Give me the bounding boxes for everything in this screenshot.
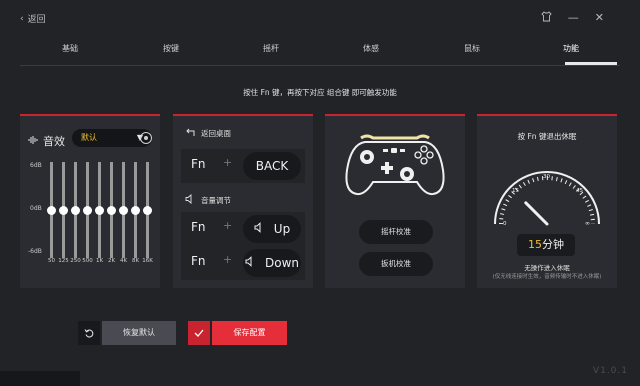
dial-needle: [524, 201, 549, 226]
eq-slider[interactable]: [71, 162, 80, 258]
eq-frequency-label: 50: [48, 258, 55, 264]
db-label-top: 6dB: [30, 162, 42, 169]
dial-label-15: 15: [512, 188, 519, 194]
minimize-icon[interactable]: —: [568, 11, 579, 25]
eq-slider-knob[interactable]: [119, 205, 128, 215]
equalizer-label: 音效: [43, 135, 65, 148]
volume-up-label: Up: [273, 222, 291, 236]
eq-frequency-label: 125: [58, 258, 69, 264]
desktop-label: 返回桌面: [201, 129, 231, 138]
dial-label-infinity: ∞: [585, 220, 590, 227]
plus-sign: +: [223, 219, 233, 232]
reset-icon[interactable]: [78, 321, 100, 345]
calibration-panel: 摇杆校准 扳机校准: [325, 114, 465, 288]
plus-sign: +: [223, 156, 233, 169]
sleep-minutes-value: 15: [528, 238, 542, 251]
eq-slider-knob[interactable]: [107, 205, 116, 215]
back-key: BACK: [243, 152, 301, 180]
speaker-icon: [185, 194, 195, 206]
sleep-label: 无操作进入休眠: [524, 264, 570, 272]
eq-slider-knob[interactable]: [47, 205, 56, 215]
skin-icon[interactable]: [541, 11, 552, 25]
gamepad-icon: [345, 134, 445, 196]
sleep-minutes-unit: 分钟: [542, 238, 564, 251]
tab-buttons[interactable]: 按键: [163, 43, 179, 54]
tab-function[interactable]: 功能: [563, 43, 579, 54]
volume-down-label: Down: [264, 256, 299, 270]
eq-slider[interactable]: [107, 162, 116, 258]
return-arrow-icon: [185, 128, 195, 139]
sleep-dial[interactable]: 0 15 30 45 ∞: [487, 150, 607, 230]
eq-frequency-label: 250: [70, 258, 81, 264]
eq-slider[interactable]: [119, 162, 128, 258]
eq-slider-knob[interactable]: [143, 205, 152, 215]
tab-basic[interactable]: 基础: [62, 43, 78, 54]
equalizer-title: 音效: [28, 133, 65, 149]
volume-down-key: Down: [243, 249, 301, 277]
dial-label-zero: 0: [503, 221, 507, 227]
tab-joystick[interactable]: 摇杆: [263, 43, 279, 54]
eq-slider[interactable]: [59, 162, 68, 258]
speaker-icon: [245, 249, 255, 277]
volume-label: 音量调节: [201, 195, 231, 205]
dial-label-30: 30: [543, 174, 550, 180]
db-label-bottom: -6dB: [28, 248, 42, 255]
eq-slider[interactable]: [131, 162, 140, 258]
shortcut-row-volume-down[interactable]: Fn + Down: [181, 246, 305, 280]
back-label: 返回: [27, 15, 46, 25]
preset-value: 默认: [81, 133, 97, 142]
eq-slider-knob[interactable]: [71, 205, 80, 215]
window-controls: — ✕: [541, 11, 604, 25]
eq-frequency-label: 500: [82, 258, 93, 264]
equalizer-panel: 音效 默认 ▼ 6dB 0dB -6dB 50 125 250 500 1K 2K 4K 8K…: [20, 114, 160, 288]
speaker-icon: [254, 215, 264, 243]
save-button[interactable]: 保存配置: [212, 321, 287, 345]
eq-slider[interactable]: [83, 162, 92, 258]
version-label: V1.0.1: [592, 366, 628, 376]
close-icon[interactable]: ✕: [595, 11, 604, 25]
shortcut-row-volume-up[interactable]: Fn + Up: [181, 212, 305, 246]
shortcut-panel: 返回桌面 Fn + BACK 音量调节 Fn + Up Fn + Down: [173, 114, 313, 288]
desktop-section-title: 返回桌面: [185, 128, 231, 139]
volume-up-key: Up: [243, 215, 301, 243]
db-label-mid: 0dB: [30, 205, 42, 212]
eq-slider-knob[interactable]: [131, 205, 140, 215]
fn-key: Fn: [191, 254, 206, 268]
sleep-panel: 按 Fn 键退出休眠 0 15 30 45 ∞ 15分钟 无操作进入休眠 (仅无…: [477, 114, 617, 288]
footer-bar: [0, 371, 80, 386]
tab-mouse[interactable]: 鼠标: [464, 43, 480, 54]
dial-label-45: 45: [576, 188, 583, 194]
trigger-calibration-button[interactable]: 扳机校准: [359, 252, 433, 276]
stick-calibration-button[interactable]: 摇杆校准: [359, 220, 433, 244]
eq-frequency-label: 2K: [107, 258, 116, 264]
eq-slider[interactable]: [47, 162, 56, 258]
check-icon[interactable]: [188, 321, 210, 345]
volume-section-title: 音量调节: [185, 194, 231, 206]
fn-key: Fn: [191, 157, 206, 171]
settings-icon[interactable]: [140, 132, 152, 144]
eq-slider[interactable]: [143, 162, 152, 258]
sleep-time-display: 15分钟: [517, 234, 575, 256]
chevron-left-icon: ‹: [20, 13, 24, 24]
tab-motion[interactable]: 体感: [363, 43, 379, 54]
fn-key: Fn: [191, 220, 206, 234]
shortcut-row-back[interactable]: Fn + BACK: [181, 149, 305, 183]
tab-bar: 基础 按键 摇杆 体感 鼠标 功能: [20, 40, 620, 66]
sleep-note: (仅无线连接时生效，音频传输时不进入休眠): [492, 274, 602, 280]
eq-slider-knob[interactable]: [83, 205, 92, 215]
reset-button[interactable]: 恢复默认: [102, 321, 176, 345]
eq-frequency-label: 16K: [142, 258, 153, 264]
plus-sign: +: [223, 253, 233, 266]
back-button[interactable]: ‹ 返回: [20, 12, 46, 26]
eq-slider-knob[interactable]: [59, 205, 68, 215]
active-tab-indicator: [565, 62, 617, 65]
eq-frequency-label: 8K: [131, 258, 140, 264]
fn-hint-text: 按住 Fn 键，再按下对应 组合键 即可触发功能: [243, 88, 397, 97]
eq-frequency-label: 1K: [95, 258, 104, 264]
sleep-hint: 按 Fn 键退出休眠: [517, 132, 577, 141]
sound-wave-icon: [28, 135, 38, 148]
eq-slider[interactable]: [95, 162, 104, 258]
eq-slider-knob[interactable]: [95, 205, 104, 215]
eq-frequency-label: 4K: [119, 258, 128, 264]
